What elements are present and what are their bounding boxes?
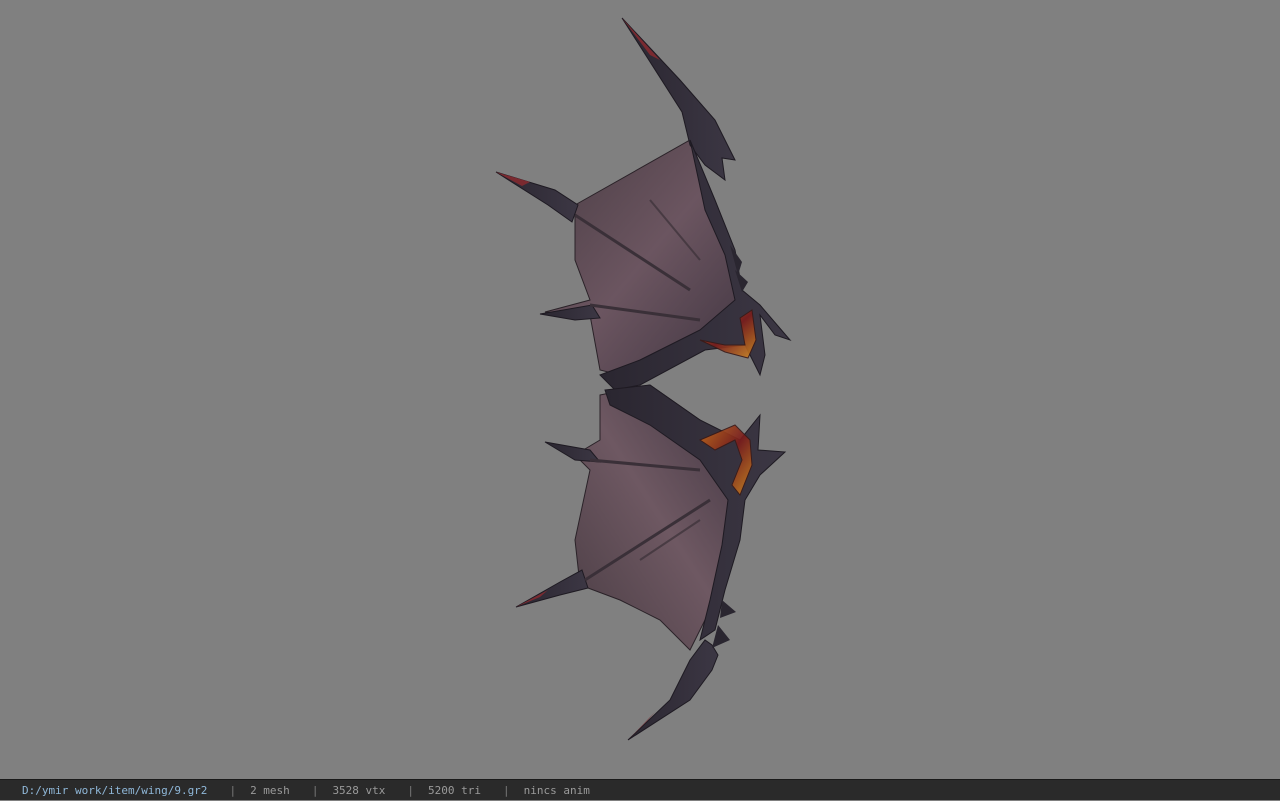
file-path-label: D:/ymir work/item/wing/9.gr2	[22, 783, 208, 797]
upper-wing	[495, 17, 792, 391]
separator: |	[503, 783, 510, 797]
separator: |	[407, 783, 415, 797]
mesh-count-label: 2 mesh	[250, 783, 290, 797]
wing-model-render	[495, 17, 792, 741]
separator: |	[229, 783, 237, 797]
vertex-count-label: 3528 vtx	[332, 783, 386, 797]
3d-viewport[interactable]	[0, 0, 1280, 779]
separator: |	[311, 783, 319, 797]
triangle-count-label: 5200 tri	[428, 783, 482, 797]
animation-status-label: nincs anim	[523, 783, 590, 797]
status-bar: D:/ymir work/item/wing/9.gr2 | 2 mesh | …	[0, 779, 1280, 800]
lower-wing	[515, 384, 787, 741]
